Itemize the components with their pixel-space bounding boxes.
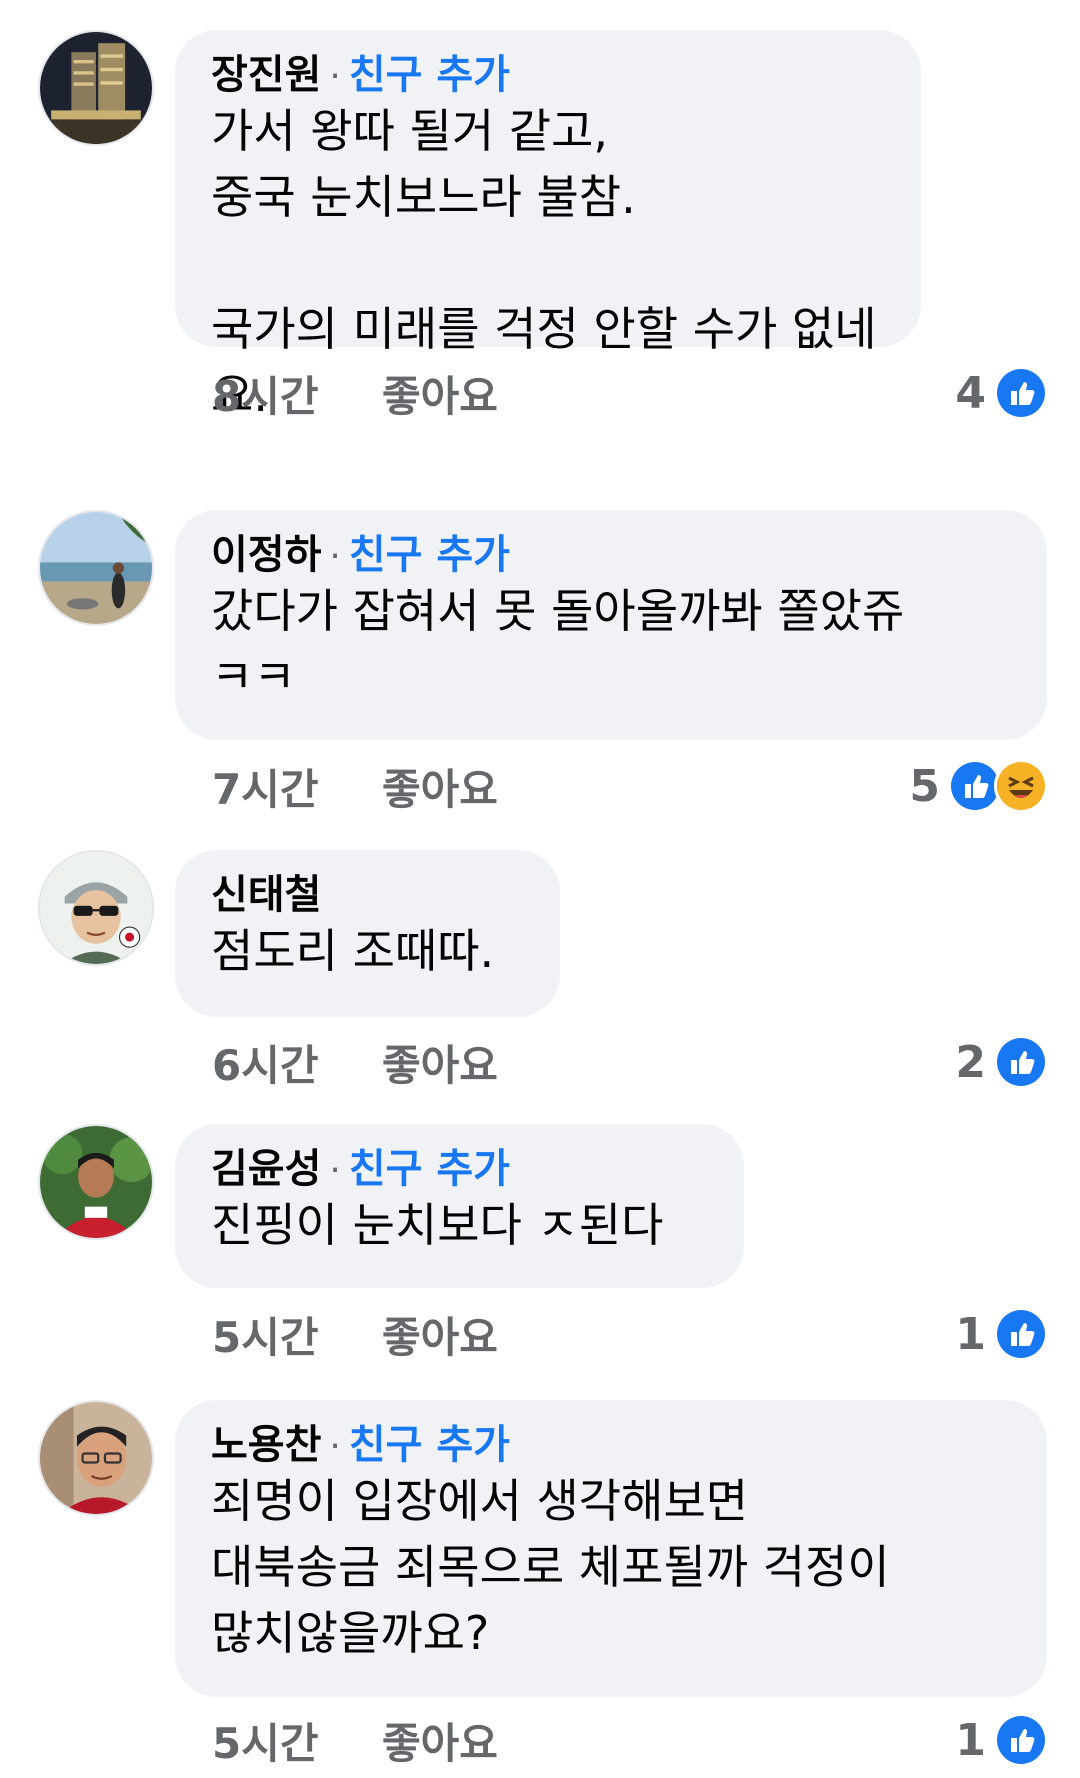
like-icon bbox=[994, 1035, 1048, 1089]
comment-time[interactable]: 6시간 bbox=[212, 1032, 382, 1093]
comment-text: 점도리 조때따. bbox=[211, 924, 495, 978]
comment-bubble: 노용찬 · 친구 추가 죄명이 입장에서 생각해보면 대북송금 죄목으로 체포될… bbox=[175, 1400, 1047, 1697]
separator-dot: · bbox=[329, 1426, 341, 1467]
comment-bubble: 이정하 · 친구 추가 갔다가 잡혀서 못 돌아올까봐 쫄았쥬 ㅋㅋ bbox=[175, 510, 1047, 740]
avatar-photo-buildings bbox=[40, 32, 152, 144]
like-icon bbox=[994, 366, 1048, 420]
like-button[interactable]: 좋아요 bbox=[382, 1032, 498, 1093]
reaction-summary[interactable]: 1 bbox=[955, 1304, 1048, 1364]
haha-icon bbox=[994, 759, 1048, 813]
comment-header: 이정하 · 친구 추가 bbox=[211, 522, 1011, 578]
add-friend-link[interactable]: 친구 추가 bbox=[349, 42, 510, 100]
comment-meta: 5시간 좋아요 bbox=[212, 1304, 498, 1364]
comment-header: 김윤성 · 친구 추가 bbox=[211, 1136, 708, 1192]
separator-dot: · bbox=[329, 56, 341, 97]
reaction-count: 1 bbox=[955, 1714, 986, 1766]
reaction-summary[interactable]: 2 bbox=[955, 1032, 1048, 1092]
add-friend-link[interactable]: 친구 추가 bbox=[349, 522, 510, 580]
commenter-name[interactable]: 김윤성 bbox=[211, 1136, 321, 1194]
commenter-name[interactable]: 노용찬 bbox=[211, 1412, 321, 1470]
comment-bubble: 장진원 · 친구 추가 가서 왕따 될거 같고, 중국 눈치보느라 불참. 국가… bbox=[175, 30, 921, 422]
separator-dot: · bbox=[329, 536, 341, 577]
reaction-summary[interactable]: 4 bbox=[955, 363, 1048, 423]
comment-header: 신태철 bbox=[211, 862, 524, 918]
avatar[interactable] bbox=[38, 30, 154, 146]
comment-meta: 5시간 좋아요 bbox=[212, 1710, 498, 1770]
comment-time[interactable]: 5시간 bbox=[212, 1710, 382, 1771]
commenter-name[interactable]: 장진원 bbox=[211, 42, 321, 100]
avatar[interactable] bbox=[38, 850, 154, 966]
reaction-count: 5 bbox=[909, 760, 940, 812]
comment-text: 갔다가 잡혀서 못 돌아올까봐 쫄았쥬 ㅋㅋ bbox=[211, 584, 905, 704]
avatar-photo-beach bbox=[40, 512, 152, 624]
commenter-name[interactable]: 신태철 bbox=[211, 862, 321, 920]
comment-text: 진핑이 눈치보다 ㅈ된다 bbox=[211, 1198, 664, 1252]
like-button[interactable]: 좋아요 bbox=[382, 1304, 498, 1365]
reaction-count: 2 bbox=[955, 1036, 986, 1088]
reaction-summary[interactable]: 5 bbox=[909, 756, 1048, 816]
avatar[interactable] bbox=[38, 1400, 154, 1516]
avatar-cartoon bbox=[40, 852, 152, 964]
like-button[interactable]: 좋아요 bbox=[382, 1710, 498, 1771]
like-icon bbox=[994, 1307, 1048, 1361]
comment-header: 장진원 · 친구 추가 bbox=[211, 42, 885, 98]
like-icon bbox=[994, 1713, 1048, 1767]
separator-dot: · bbox=[329, 1150, 341, 1191]
avatar[interactable] bbox=[38, 510, 154, 626]
comment-meta: 8시간 좋아요 bbox=[212, 363, 498, 423]
comment-time[interactable]: 7시간 bbox=[212, 756, 382, 817]
avatar-photo-man-outdoors bbox=[40, 1126, 152, 1238]
comment-meta: 7시간 좋아요 bbox=[212, 756, 498, 816]
add-friend-link[interactable]: 친구 추가 bbox=[349, 1136, 510, 1194]
like-button[interactable]: 좋아요 bbox=[382, 363, 498, 424]
like-button[interactable]: 좋아요 bbox=[382, 756, 498, 817]
comment-meta: 6시간 좋아요 bbox=[212, 1032, 498, 1092]
comment-time[interactable]: 5시간 bbox=[212, 1304, 382, 1365]
comment-header: 노용찬 · 친구 추가 bbox=[211, 1412, 1011, 1468]
avatar-photo-man-glasses bbox=[40, 1402, 152, 1514]
reaction-count: 4 bbox=[955, 367, 986, 419]
comment-text: 죄명이 입장에서 생각해보면 대북송금 죄목으로 체포될까 걱정이 많치않을까요… bbox=[211, 1474, 890, 1660]
avatar[interactable] bbox=[38, 1124, 154, 1240]
commenter-name[interactable]: 이정하 bbox=[211, 522, 321, 580]
add-friend-link[interactable]: 친구 추가 bbox=[349, 1412, 510, 1470]
comment-time[interactable]: 8시간 bbox=[212, 363, 382, 424]
reaction-summary[interactable]: 1 bbox=[955, 1710, 1048, 1770]
comment-bubble: 김윤성 · 친구 추가 진핑이 눈치보다 ㅈ된다 bbox=[175, 1124, 744, 1288]
reaction-count: 1 bbox=[955, 1308, 986, 1360]
comment-bubble: 신태철 점도리 조때따. bbox=[175, 850, 560, 1017]
